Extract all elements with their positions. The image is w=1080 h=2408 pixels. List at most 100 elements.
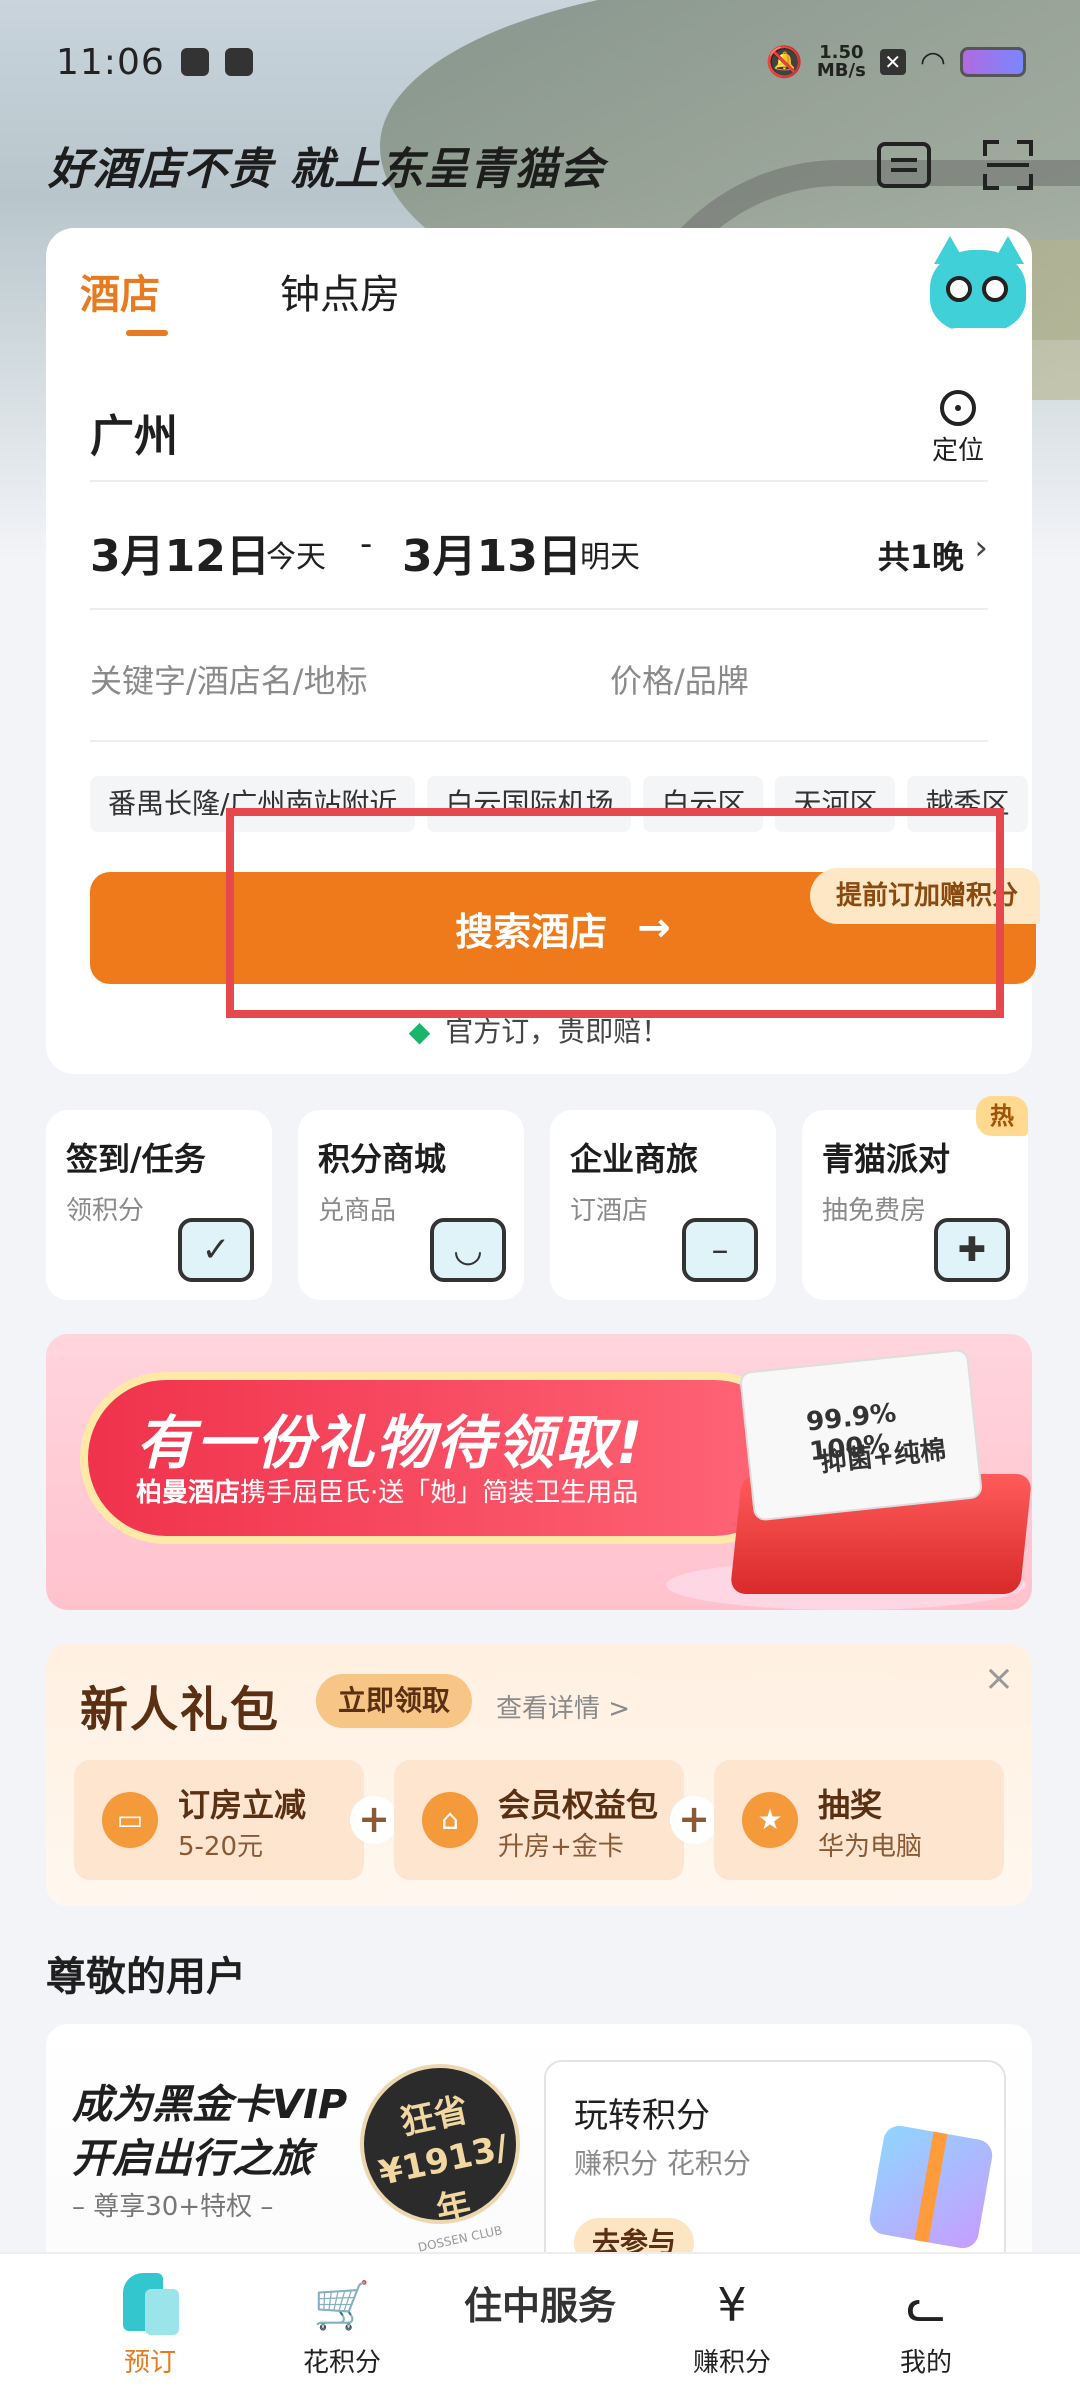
item-subtitle: 升房+金卡: [498, 1832, 624, 1862]
vip-privileges: – 尊享30+特权 –: [72, 2192, 274, 2222]
nav-label: 花积分: [302, 2348, 381, 2378]
checkin-tasks-card[interactable]: 签到/任务 领积分 ✓: [46, 1110, 272, 1300]
nav-book[interactable]: 预订: [60, 2254, 240, 2408]
wifi-icon: ◠: [919, 44, 946, 80]
nav-spend-points[interactable]: 🛒 花积分: [252, 2254, 432, 2408]
notification-app-icon-2: [224, 48, 253, 76]
item-title: 会员权益包: [498, 1786, 659, 1824]
room-discount-item[interactable]: ▭ 订房立减 5-20元: [74, 1760, 364, 1880]
gift-icon: [867, 2123, 995, 2251]
item-subtitle: 5-20元: [178, 1832, 264, 1862]
nav-label: 赚积分: [692, 2348, 771, 2378]
item-title: 订房立减: [178, 1786, 307, 1824]
points-play-card[interactable]: 玩转积分 赚积分 花积分 去参与: [544, 2060, 1006, 2284]
message-button[interactable]: [874, 137, 934, 193]
vip-headline: 成为黑金卡VIP: [72, 2082, 348, 2128]
claim-now-button[interactable]: 立即领取: [316, 1674, 473, 1728]
vip-headline-2: 开启出行之旅: [72, 2136, 312, 2182]
section-title: 尊敬的用户: [46, 1954, 246, 2000]
plus-icon: +: [670, 1796, 718, 1844]
shopping-bag-icon: ◡: [430, 1218, 506, 1282]
ticket-icon: ▭: [102, 1792, 158, 1848]
nav-earn-points[interactable]: ¥ 赚积分: [642, 2254, 822, 2408]
scan-icon: [983, 140, 1033, 190]
tab-hourly-room[interactable]: 钟点房: [280, 262, 400, 320]
keyword-input[interactable]: 关键字/酒店名/地标: [90, 656, 368, 702]
no-sim-icon: ✕: [879, 49, 906, 75]
status-bar: 11:06 🔕 1.50 MB/s ✕ ◠: [0, 0, 1080, 124]
cart-icon: 🛒: [313, 2277, 371, 2332]
view-details-link[interactable]: 查看详情 >: [496, 1688, 630, 1725]
date-row[interactable]: 3月12日 今天 - 3月13日 明天 共1晚 ›: [90, 482, 988, 610]
scan-button[interactable]: [978, 137, 1038, 193]
nav-stay-service[interactable]: 住中服务: [454, 2266, 626, 2396]
network-speed: 1.50 MB/s: [817, 44, 866, 80]
qa-title: 青猫派对: [822, 1140, 951, 1178]
qa-title: 积分商城: [318, 1140, 447, 1178]
keyword-row: 关键字/酒店名/地标 价格/品牌: [90, 610, 988, 742]
points-mall-card[interactable]: 积分商城 兑商品 ◡: [298, 1110, 524, 1300]
network-speed-unit: MB/s: [816, 60, 866, 81]
app-header: 好酒店不贵 就上东呈青猫会: [48, 130, 1038, 200]
points-title: 玩转积分: [574, 2096, 710, 2136]
yen-box-icon: ¥: [717, 2278, 747, 2332]
member-benefits-item[interactable]: ⌂ 会员权益包 升房+金卡: [394, 1760, 684, 1880]
banner-title: 有一份礼物待领取!: [136, 1409, 645, 1477]
checkout-date[interactable]: 3月13日: [402, 520, 582, 584]
lottery-item[interactable]: ★ 抽奖 华为电脑: [714, 1760, 1004, 1880]
item-title: 抽奖: [818, 1786, 883, 1824]
vip-card[interactable]: 成为黑金卡VIP 开启出行之旅 – 尊享30+特权 – 狂省 ¥1913/年 D…: [46, 2024, 1032, 2284]
guarantee-text: 官方订，贵即赔！: [445, 1015, 670, 1048]
points-subtitle: 赚积分 花积分: [574, 2147, 751, 2180]
highlight-box: [226, 808, 1004, 1018]
nav-label: 预订: [123, 2348, 176, 2378]
close-icon[interactable]: ×: [984, 1658, 1014, 1699]
book-icon: [119, 2273, 181, 2336]
calendar-check-icon: ✓: [178, 1218, 254, 1282]
plus-icon: +: [350, 1796, 398, 1844]
crosshair-icon: [940, 390, 976, 426]
price-brand-filter[interactable]: 价格/品牌: [610, 656, 749, 702]
nights-count: 共1晚: [877, 538, 964, 576]
banner-subtitle-text: 携手屈臣氏·送「她」简装卫生用品: [240, 1478, 639, 1508]
qa-title: 签到/任务: [66, 1140, 206, 1178]
cat-party-card[interactable]: 热 青猫派对 抽免费房 ✚: [802, 1096, 1028, 1300]
locate-button[interactable]: 定位: [928, 390, 988, 467]
bottom-navigation: 预订 🛒 花积分 住中服务 ¥ 赚积分 ᓚ 我的: [0, 2252, 1080, 2408]
shield-check-icon: ◆: [408, 1015, 431, 1048]
battery-icon: [960, 47, 1026, 77]
tab-hotel[interactable]: 酒店: [80, 262, 160, 320]
product-pack-image: 99.9% 100% 抑菌+纯棉: [738, 1348, 984, 1522]
nav-mine[interactable]: ᓚ 我的: [836, 2254, 1016, 2408]
date-separator: -: [360, 524, 373, 564]
gift-promo-banner[interactable]: 有一份礼物待领取! 柏曼酒店携手屈臣氏·送「她」简装卫生用品 99.9% 100…: [46, 1334, 1032, 1610]
notification-app-icon: [180, 48, 209, 76]
savings-seal: 狂省 ¥1913/年 DOSSEN CLUB: [345, 2049, 535, 2255]
chevron-right-icon: ›: [974, 528, 988, 568]
brand-slogan: 好酒店不贵 就上东呈青猫会: [48, 144, 605, 195]
newbie-items: ▭ 订房立减 5-20元 + ⌂ 会员权益包 升房+金卡 + ★ 抽奖 华为电脑: [74, 1760, 1004, 1880]
checkin-date[interactable]: 3月12日: [90, 520, 270, 584]
city-selector[interactable]: 广州: [90, 400, 178, 464]
nav-label: 我的: [899, 2348, 952, 2378]
business-travel-card[interactable]: 企业商旅 订酒店 –: [550, 1110, 776, 1300]
checkin-day-label: 今天: [266, 540, 326, 575]
item-subtitle: 华为电脑: [818, 1832, 923, 1862]
star-icon: ★: [742, 1792, 798, 1848]
gamepad-icon: ✚: [934, 1218, 1010, 1282]
status-time: 11:06: [56, 41, 165, 83]
mute-bell-icon: 🔕: [765, 44, 803, 80]
banner-brand: 柏曼酒店: [136, 1478, 241, 1508]
locate-label: 定位: [931, 436, 984, 466]
house-icon: ⌂: [422, 1792, 478, 1848]
booking-tabs: 酒店 钟点房: [46, 228, 1032, 356]
city-row[interactable]: 广州 定位: [90, 368, 988, 482]
quick-actions: 签到/任务 领积分 ✓ 积分商城 兑商品 ◡ 企业商旅 订酒店 – 热 青猫派对…: [46, 1096, 1032, 1300]
qa-title: 企业商旅: [570, 1140, 699, 1178]
newbie-title: 新人礼包: [80, 1682, 281, 1738]
briefcase-icon: –: [682, 1218, 758, 1282]
hot-badge: 热: [976, 1096, 1028, 1136]
cat-mascot-icon: [922, 228, 1032, 354]
cat-face-icon: ᓚ: [906, 2278, 946, 2332]
banner-subtitle: 柏曼酒店携手屈臣氏·送「她」简装卫生用品: [136, 1472, 638, 1509]
